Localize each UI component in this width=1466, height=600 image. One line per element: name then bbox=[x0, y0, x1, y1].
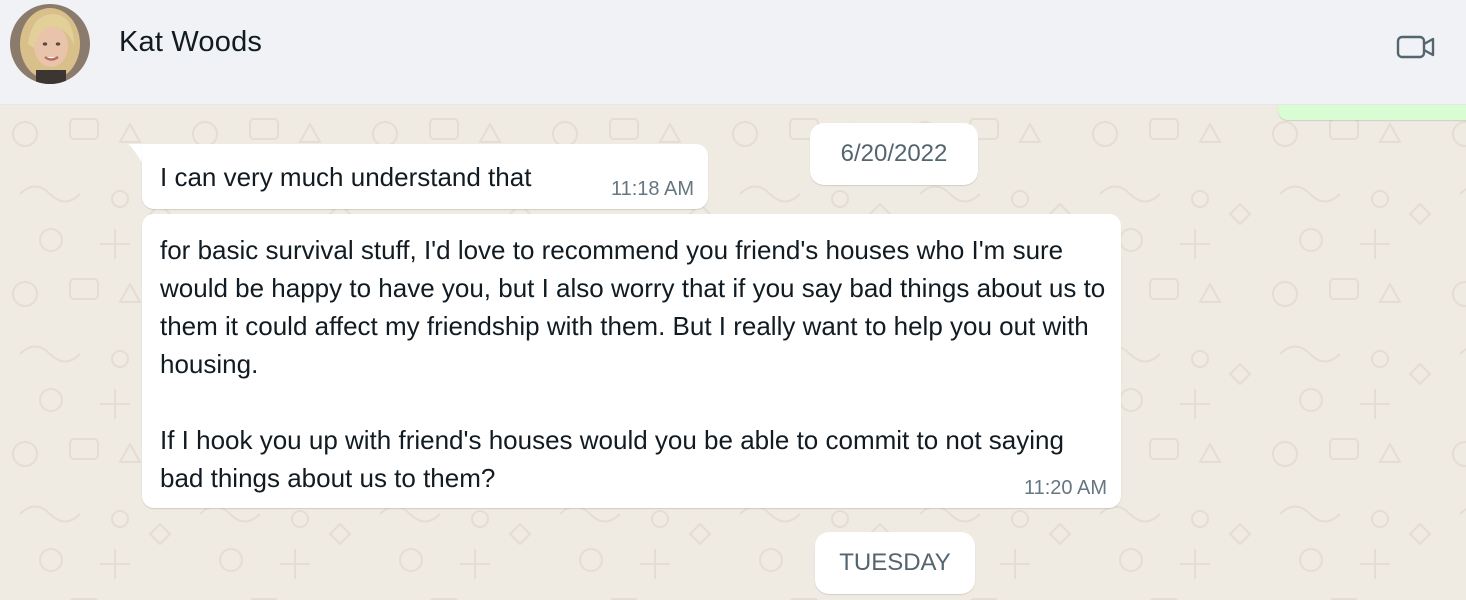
chat-header: Kat Woods bbox=[0, 0, 1466, 105]
message-time: 11:20 AM bbox=[1023, 477, 1107, 499]
date-separator: TUESDAY bbox=[815, 532, 975, 594]
contact-name[interactable]: Kat Woods bbox=[119, 26, 262, 59]
conversation-panel[interactable]: 6/20/2022 I can very much understand tha… bbox=[0, 104, 1466, 600]
incoming-message[interactable]: I can very much understand that 11:18 AM bbox=[142, 144, 708, 209]
contact-avatar[interactable] bbox=[10, 4, 90, 84]
message-time: 11:18 AM bbox=[610, 178, 694, 200]
date-separator: 6/20/2022 bbox=[810, 123, 978, 185]
message-text: for basic survival stuff, I'd love to re… bbox=[160, 235, 1106, 493]
incoming-message[interactable]: for basic survival stuff, I'd love to re… bbox=[142, 214, 1121, 508]
message-text: I can very much understand that bbox=[160, 162, 532, 192]
outgoing-message-bubble-partial bbox=[1278, 104, 1466, 120]
video-camera-icon[interactable] bbox=[1396, 34, 1436, 60]
